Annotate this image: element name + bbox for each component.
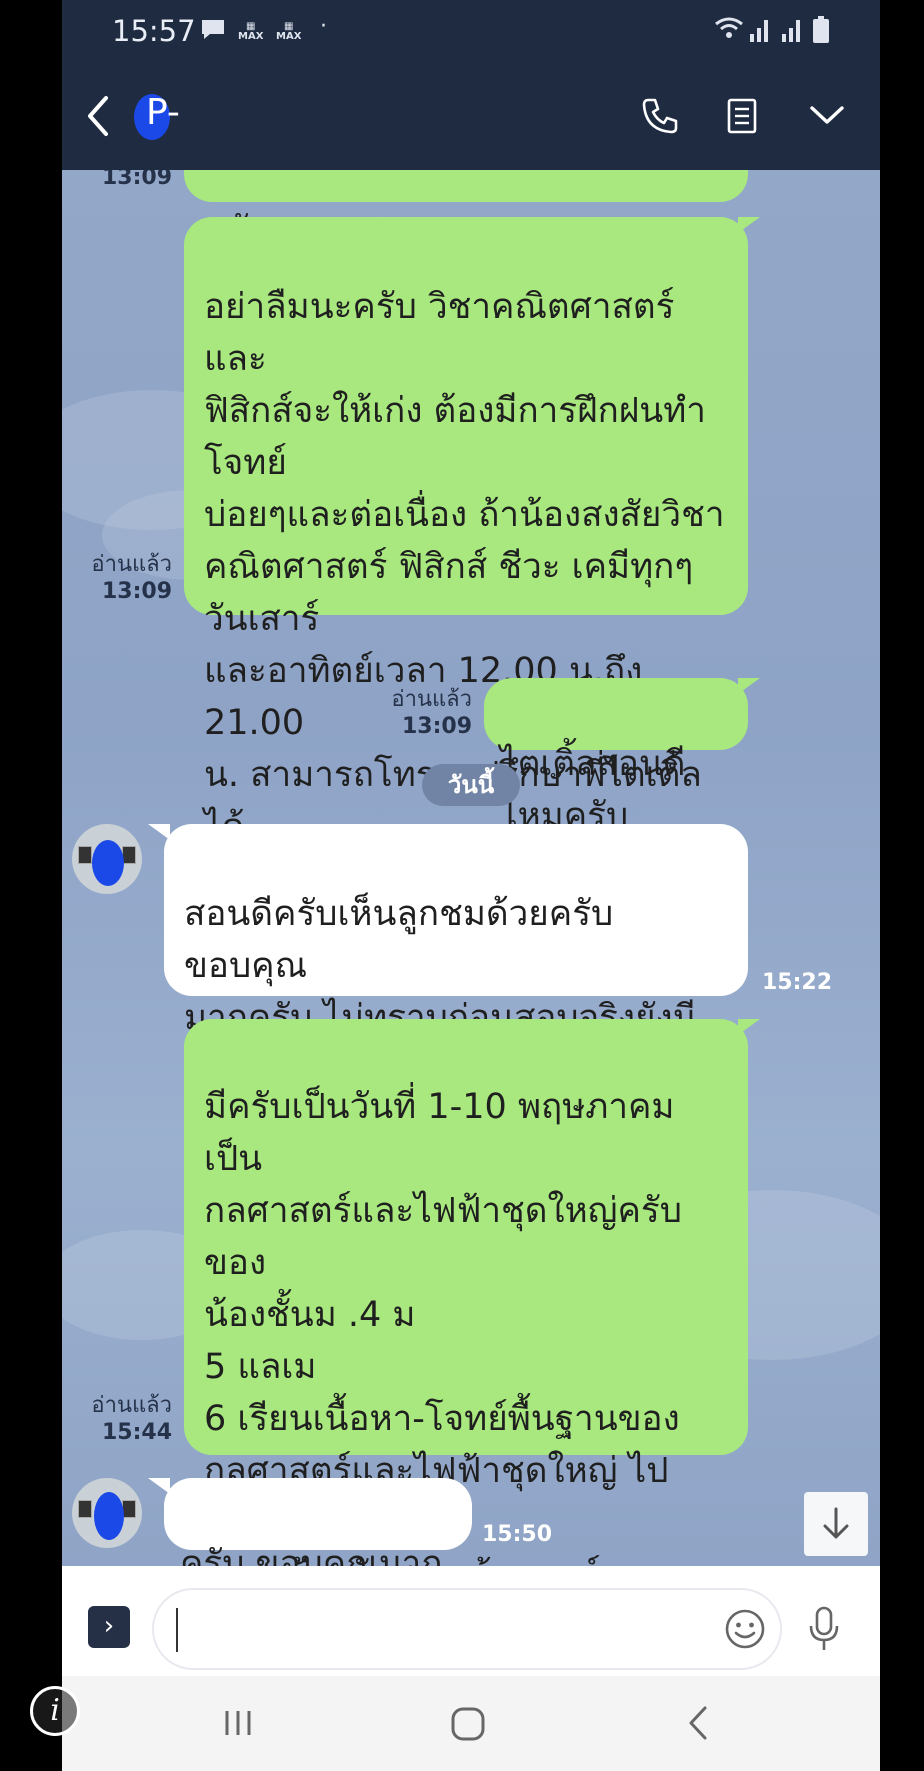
- system-nav-bar: [62, 1676, 880, 1771]
- outgoing-message[interactable]: ครับ: [184, 170, 748, 250]
- message-input[interactable]: [152, 1588, 782, 1670]
- microphone-icon[interactable]: [807, 1606, 841, 1656]
- chat-notification-icon: [200, 18, 226, 47]
- chat-header: P-: [62, 62, 880, 170]
- outgoing-message[interactable]: มีครับเป็นวันที่ 1-10 พฤษภาคมเป็น กลศาสต…: [184, 1019, 748, 1566]
- battery-icon: [812, 16, 830, 49]
- message-time: 13:09: [101, 579, 172, 604]
- notes-icon[interactable]: [726, 96, 758, 140]
- text-cursor: [176, 1608, 178, 1652]
- date-separator: วันนี้: [422, 764, 520, 806]
- bubble-tail: [738, 217, 760, 233]
- max-icon: ▦ MAX: [238, 21, 264, 42]
- phone-icon[interactable]: [640, 96, 680, 140]
- signal-icon: [748, 16, 772, 47]
- phone-screen: 15:57 ▦ MAX ▦ MAX · P- 13:09 อย่าลืมนะคร…: [62, 0, 880, 1771]
- home-icon[interactable]: [450, 1706, 486, 1746]
- signal-icon: [780, 16, 804, 47]
- message-time: 15:22: [762, 970, 833, 995]
- info-icon[interactable]: i: [30, 1686, 80, 1736]
- arrow-down-icon: [823, 1507, 849, 1539]
- message-time: 15:50: [482, 1522, 553, 1547]
- message-meta: อ่านแล้ว 13:09: [70, 551, 172, 605]
- bubble-tail: [148, 1478, 170, 1494]
- message-meta: 13:09: [76, 170, 172, 191]
- message-time: 13:09: [101, 170, 172, 190]
- bubble-tail: [738, 678, 760, 694]
- outgoing-message[interactable]: อย่าลืมนะครับ วิชาคณิตศาสตร์และ ฟิสิกส์จ…: [184, 217, 748, 1003]
- message-text: ครับ ขอบคุณมากครับ: [180, 1544, 443, 1566]
- expand-icon[interactable]: ›: [88, 1606, 130, 1648]
- dot-icon: ·: [320, 14, 327, 39]
- read-receipt: อ่านแล้ว: [91, 1393, 172, 1418]
- chat-area[interactable]: ครับ 13:09 อย่าลืมนะครับ วิชาคณิตศาสตร์แ…: [62, 170, 880, 1566]
- message-time: 15:44: [101, 1420, 172, 1445]
- recent-apps-icon[interactable]: [222, 1708, 254, 1742]
- incoming-message[interactable]: ครับ ขอบคุณมากครับ: [164, 1478, 472, 1566]
- emoji-icon[interactable]: [724, 1608, 766, 1654]
- status-time: 15:57: [112, 14, 196, 48]
- contact-name[interactable]: P-: [146, 92, 180, 133]
- bubble-tail: [738, 1019, 760, 1035]
- back-icon[interactable]: [686, 1704, 710, 1746]
- wifi-icon: [714, 16, 744, 45]
- back-icon[interactable]: [84, 94, 112, 142]
- avatar[interactable]: [72, 1478, 142, 1548]
- status-bar: 15:57 ▦ MAX ▦ MAX ·: [62, 0, 880, 62]
- scroll-to-bottom-button[interactable]: [804, 1492, 868, 1556]
- bubble-tail: [148, 824, 170, 840]
- read-receipt: อ่านแล้ว: [391, 687, 472, 712]
- message-time: 13:09: [401, 714, 472, 739]
- read-receipt: อ่านแล้ว: [91, 552, 172, 577]
- incoming-message[interactable]: สอนดีครับเห็นลูกชมด้วยครับ ขอบคุณ มากครั…: [164, 824, 748, 1090]
- avatar[interactable]: [72, 824, 142, 894]
- message-meta: อ่านแล้ว 15:44: [70, 1392, 172, 1446]
- outgoing-message[interactable]: ไตเติ้ลสอนดีไหมครับ: [484, 678, 748, 836]
- max-icon: ▦ MAX: [276, 21, 302, 42]
- message-input-area: ›: [62, 1566, 880, 1676]
- message-meta: อ่านแล้ว 13:09: [362, 686, 472, 740]
- chevron-down-icon[interactable]: [808, 102, 846, 132]
